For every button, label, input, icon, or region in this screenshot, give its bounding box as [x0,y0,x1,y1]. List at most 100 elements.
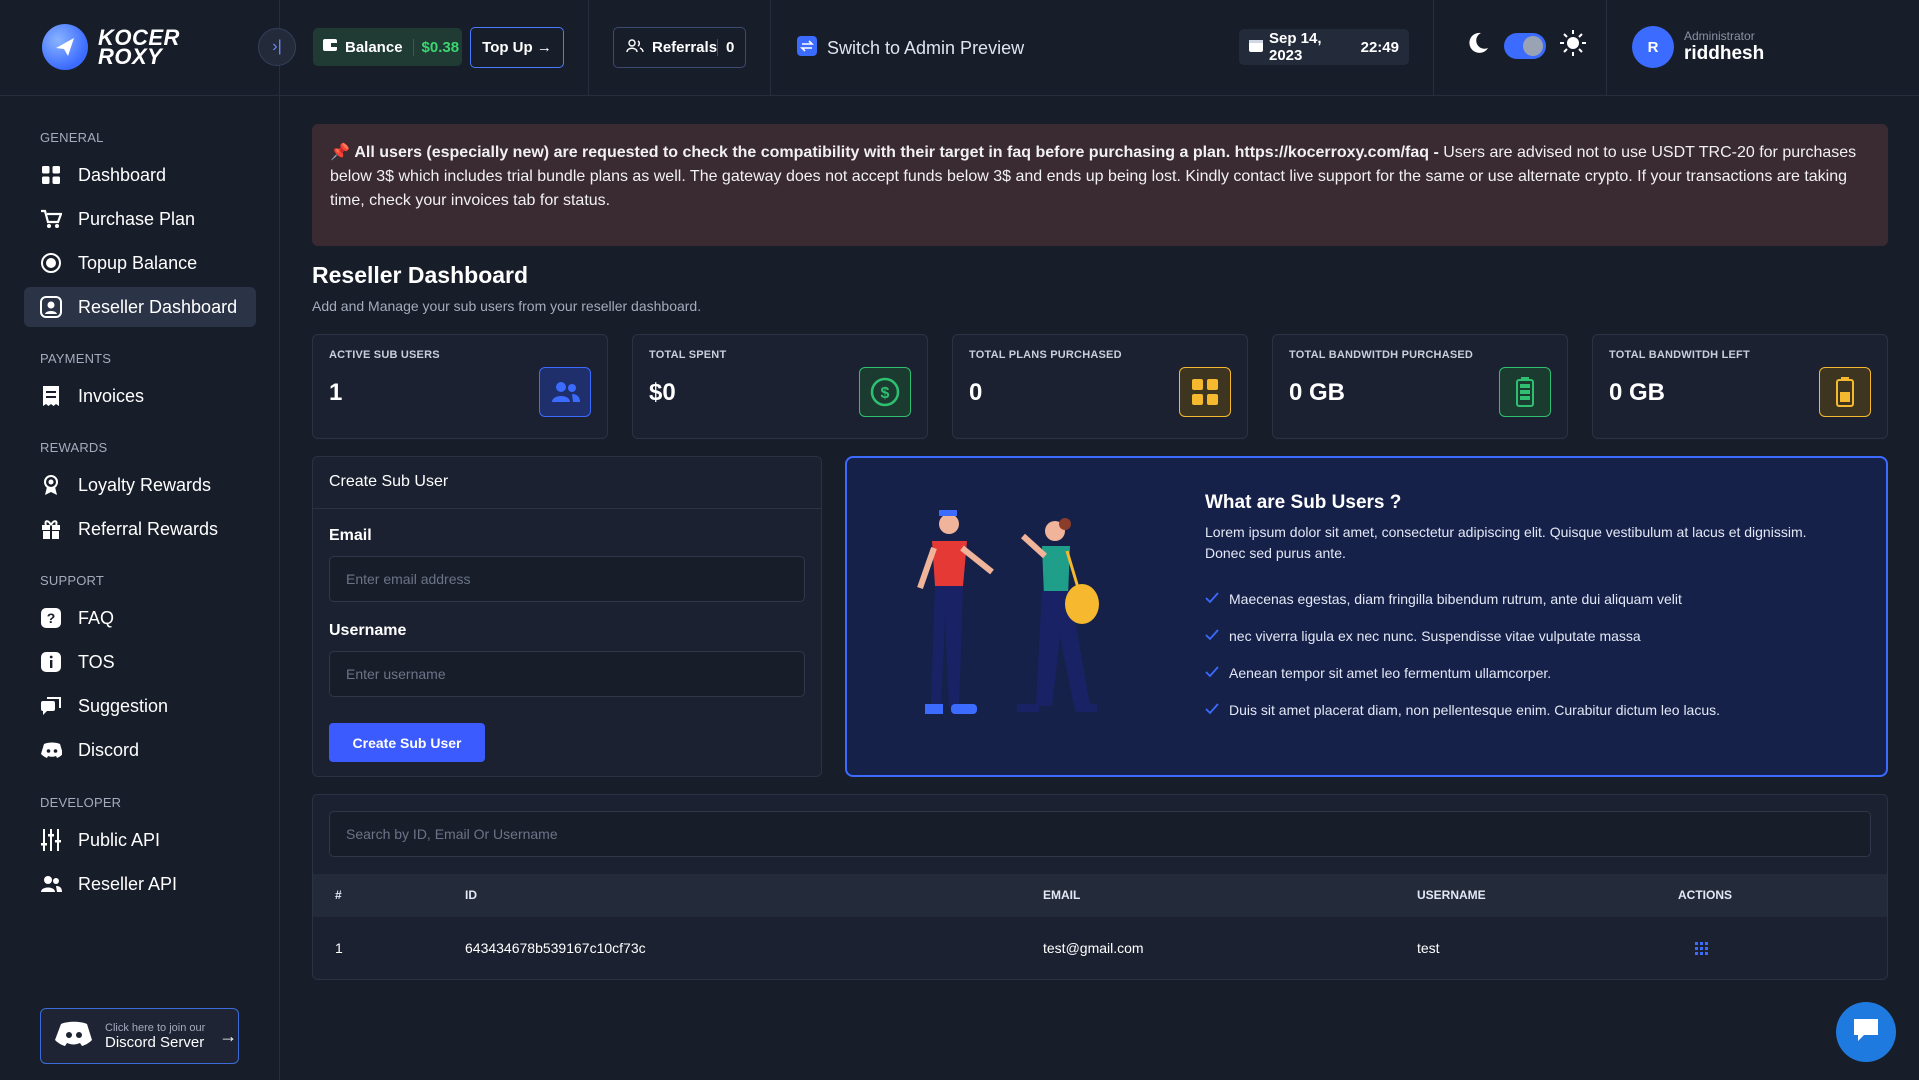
page-title: Reseller Dashboard [312,262,529,288]
balance-label: Balance [345,38,403,56]
column-header-username[interactable]: USERNAME [1417,874,1486,917]
grid-icon [1179,367,1231,417]
collapse-icon: ›| [272,38,282,55]
check-icon [1205,628,1219,644]
table-search-input[interactable] [329,811,1871,857]
check-icon [1205,591,1219,607]
column-header-number[interactable]: # [335,874,342,917]
discord-card-caption: Click here to join our [105,1021,206,1034]
sidebar-item-tos[interactable]: TOS [24,642,256,682]
sidebar-item-topup-balance[interactable]: Topup Balance [24,243,256,283]
stat-card-bandwidth-left: TOTAL BANDWITDH LEFT 0 GB [1592,334,1888,439]
battery-icon [1819,367,1871,417]
notice-banner: 📌 All users (especially new) are request… [312,124,1888,246]
discord-join-card[interactable]: Click here to join our Discord Server → [40,1008,239,1064]
live-chat-button[interactable] [1836,1002,1896,1062]
dollar-icon: $ [859,367,911,417]
topbar: ›| Balance $0.38 Top Up → Referrals 0 Sw… [0,0,1919,96]
divider [1433,0,1434,96]
sidebar-item-purchase-plan[interactable]: Purchase Plan [24,199,256,239]
cell-number: 1 [335,940,343,956]
sidebar-item-discord[interactable]: Discord [24,730,256,770]
wallet-icon [323,38,337,56]
stat-value: 0 GB [1289,379,1346,406]
users-icon [40,873,62,895]
nav-group-rewards: REWARDS Loyalty Rewards Referral Rewards [24,440,256,553]
medal-icon [40,474,62,496]
sidebar-item-invoices[interactable]: Invoices [24,376,256,416]
nav-group-general: GENERAL Dashboard Purchase Plan Topup Ba… [24,130,256,331]
user-menu[interactable]: R Administrator riddhesh [1632,26,1764,68]
divider [1606,0,1607,96]
stat-label: TOTAL BANDWITDH LEFT [1609,349,1750,361]
sidebar-item-label: Purchase Plan [78,208,196,229]
sidebar-item-label: Referral Rewards [78,518,219,539]
sidebar-item-label: Loyalty Rewards [78,474,212,495]
chat-icon [40,695,62,717]
datetime-badge: Sep 14, 2023 22:49 [1239,29,1409,65]
sidebar-item-label: Public API [78,829,161,850]
calendar-icon [1249,38,1263,56]
stat-value: 0 [969,379,983,406]
sidebar-item-label: Reseller API [78,873,178,894]
switch-admin-preview-link[interactable]: Switch to Admin Preview [797,36,1024,61]
balance-amount: $0.38 [412,38,459,56]
sliders-icon [40,829,62,851]
cart-icon [40,208,62,230]
svg-text:?: ? [47,610,56,626]
cell-email: test@gmail.com [1043,940,1144,956]
sidebar-item-loyalty-rewards[interactable]: Loyalty Rewards [24,465,256,505]
sidebar-item-label: Invoices [78,385,145,406]
column-header-email[interactable]: EMAIL [1043,874,1080,917]
create-sub-user-button[interactable]: Create Sub User [329,723,485,762]
sidebar-item-suggestion[interactable]: Suggestion [24,686,256,726]
table-row: 1 643434678b539167c10cf73c test@gmail.co… [313,917,1887,979]
user-role: Administrator [1684,29,1755,43]
column-header-actions: ACTIONS [1678,888,1732,902]
sidebar-item-dashboard[interactable]: Dashboard [24,155,256,195]
sub-users-info-card: What are Sub Users ? Lorem ipsum dolor s… [845,456,1888,777]
sidebar-item-label: FAQ [78,607,115,628]
discord-icon [40,739,62,761]
sidebar-item-label: Suggestion [78,695,169,716]
stat-value: 0 GB [1609,379,1666,406]
table-header: # ID EMAIL USERNAME ACTIONS [313,874,1887,917]
discord-icon [55,1020,93,1053]
sidebar-item-referral-rewards[interactable]: Referral Rewards [24,509,256,549]
stat-label: TOTAL PLANS PURCHASED [969,349,1122,361]
people-illustration [917,510,1099,714]
create-sub-user-card: Create Sub User Email Username Create Su… [312,456,822,777]
username-field[interactable] [329,651,805,697]
username-label: Username [329,622,407,639]
sidebar-toggle-button[interactable]: ›| [258,28,296,66]
email-label: Email [329,527,372,544]
check-icon [1205,665,1219,681]
referrals-label: Referrals [652,39,718,56]
users-icon [539,367,591,417]
sidebar-item-faq[interactable]: ? FAQ [24,598,256,638]
stat-card-bandwidth-purchased: TOTAL BANDWITDH PURCHASED 0 GB [1272,334,1568,439]
email-field[interactable] [329,556,805,602]
sidebar-item-label: Topup Balance [78,252,198,273]
referrals-badge[interactable]: Referrals 0 [613,27,746,68]
nav-group-title: SUPPORT [40,573,105,588]
sidebar-item-reseller-dashboard[interactable]: Reseller Dashboard [24,287,256,327]
sidebar-item-public-api[interactable]: Public API [24,820,256,860]
nav-group-title: REWARDS [40,440,108,455]
chat-bubble-icon [1852,1017,1880,1048]
divider [588,0,589,96]
sidebar-item-label: TOS [78,651,115,672]
form-title: Create Sub User [313,457,821,509]
nav-group-title: DEVELOPER [40,795,122,810]
balance-badge: Balance $0.38 [313,28,462,66]
column-header-id[interactable]: ID [465,874,477,917]
topup-button[interactable]: Top Up → [470,27,564,68]
nav-group-title: PAYMENTS [40,351,112,366]
divider [770,0,771,96]
cell-id: 643434678b539167c10cf73c [465,940,646,956]
theme-toggle[interactable] [1504,32,1546,59]
sidebar-item-label: Reseller Dashboard [78,296,238,317]
sun-icon [1560,30,1586,61]
sidebar-item-reseller-api[interactable]: Reseller API [24,864,256,904]
row-actions-menu-icon[interactable] [1695,917,1708,979]
